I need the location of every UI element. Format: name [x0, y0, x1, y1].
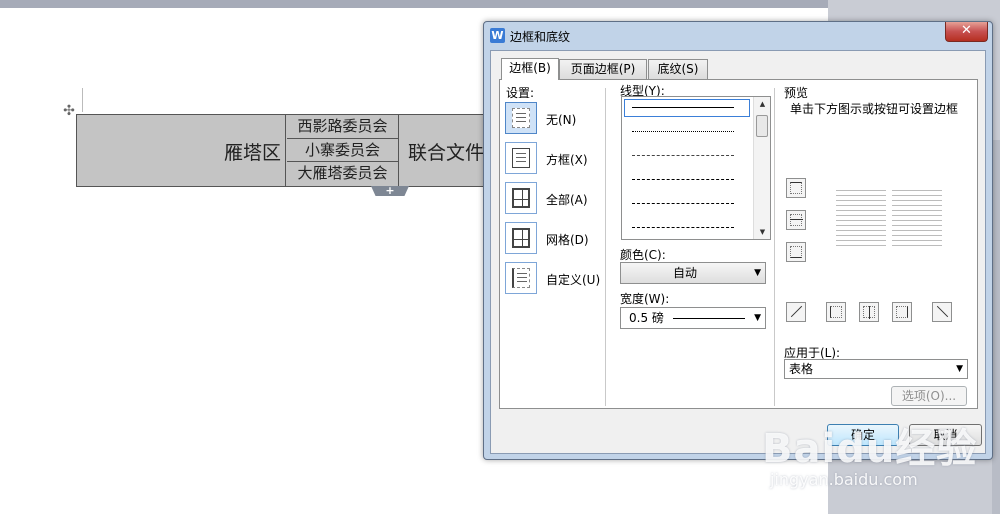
- setting-all-icon[interactable]: [505, 182, 537, 214]
- line-style-dotted[interactable]: [632, 131, 734, 132]
- table-cell-committee[interactable]: 小寨委员会: [287, 139, 399, 162]
- line-style-dashed-fine[interactable]: [632, 155, 734, 156]
- chevron-down-icon: ▼: [956, 364, 963, 374]
- line-style-dash-dot-dot[interactable]: [632, 227, 734, 228]
- close-button[interactable]: ✕: [945, 22, 988, 42]
- add-row-button[interactable]: +: [371, 186, 409, 196]
- margin-marker: [82, 88, 83, 112]
- table-cell-committee[interactable]: 大雁塔委员会: [287, 162, 399, 186]
- borders-shading-dialog: W 边框和底纹 ✕ 边框(B) 页面边框(P) 底纹(S) 设置: 无(N) 方…: [483, 21, 993, 460]
- left-border-icon[interactable]: [826, 302, 846, 322]
- scroll-thumb[interactable]: [756, 115, 768, 137]
- setting-none-label[interactable]: 无(N): [546, 111, 576, 128]
- width-line-sample: [673, 318, 745, 319]
- diagonal-up-border-icon[interactable]: [786, 302, 806, 322]
- ok-button[interactable]: 确定: [827, 424, 899, 446]
- table-cell-district[interactable]: 雁塔区: [77, 115, 286, 186]
- setting-grid-icon[interactable]: [505, 222, 537, 254]
- chevron-down-icon: ▼: [754, 268, 761, 278]
- scroll-down-icon[interactable]: ▼: [754, 225, 771, 239]
- tab-shading[interactable]: 底纹(S): [648, 59, 708, 79]
- line-style-dash-dot[interactable]: [632, 203, 734, 204]
- vertical-scrollbar[interactable]: [992, 140, 1000, 514]
- diagonal-down-border-icon[interactable]: [932, 302, 952, 322]
- setting-box-icon[interactable]: [505, 142, 537, 174]
- borders-panel: 设置: 无(N) 方框(X) 全部(A) 网格(D) 自定义(U) 线型(Y):…: [499, 79, 978, 409]
- cancel-button[interactable]: 取消: [909, 424, 982, 446]
- chevron-down-icon: ▼: [754, 313, 761, 323]
- document-table[interactable]: 雁塔区 西影路委员会 小寨委员会 大雁塔委员会 联合文件: [76, 114, 488, 187]
- line-style-selection: [624, 99, 750, 117]
- line-style-scrollbar[interactable]: ▲ ▼: [753, 97, 770, 239]
- preview-column-right[interactable]: [892, 190, 942, 250]
- tab-page-border[interactable]: 页面边框(P): [559, 59, 647, 79]
- color-label: 颜色(C):: [620, 248, 666, 262]
- tab-borders[interactable]: 边框(B): [501, 58, 559, 80]
- dialog-titlebar[interactable]: W 边框和底纹 ✕: [484, 22, 992, 50]
- table-cell-committee[interactable]: 西影路委员会: [287, 115, 399, 139]
- district-text: 雁塔区: [223, 142, 281, 164]
- line-style-dashed[interactable]: [632, 179, 734, 180]
- doc-title-text: 联合文件: [408, 142, 485, 164]
- width-label: 宽度(W):: [620, 292, 670, 306]
- settings-label: 设置:: [506, 86, 535, 100]
- table-cell-doc-title[interactable]: 联合文件: [400, 115, 488, 186]
- inside-horizontal-border-icon[interactable]: [786, 210, 806, 230]
- setting-custom-label[interactable]: 自定义(U): [546, 271, 600, 288]
- scroll-up-icon[interactable]: ▲: [754, 97, 771, 111]
- inside-vertical-border-icon[interactable]: [859, 302, 879, 322]
- apply-to-dropdown[interactable]: 表格 ▼: [784, 359, 968, 379]
- preview-hint: 单击下方图示或按钮可设置边框: [790, 102, 959, 116]
- line-style-list[interactable]: ▲ ▼: [621, 96, 771, 240]
- color-value: 自动: [672, 266, 697, 280]
- dialog-client: 边框(B) 页面边框(P) 底纹(S) 设置: 无(N) 方框(X) 全部(A): [490, 50, 986, 454]
- setting-none-icon[interactable]: [505, 102, 537, 134]
- line-style-solid[interactable]: [632, 107, 734, 108]
- options-button[interactable]: 选项(O)...: [891, 386, 967, 406]
- top-border-icon[interactable]: [786, 178, 806, 198]
- dialog-title: 边框和底纹: [510, 30, 571, 44]
- right-border-icon[interactable]: [892, 302, 912, 322]
- setting-grid-label[interactable]: 网格(D): [546, 231, 589, 248]
- column-divider: [774, 88, 775, 406]
- color-dropdown[interactable]: 自动 ▼: [620, 262, 766, 284]
- preview-column-left[interactable]: [836, 190, 886, 250]
- wps-app-icon: W: [490, 28, 505, 43]
- setting-box-label[interactable]: 方框(X): [546, 151, 588, 168]
- preview-label: 预览: [784, 86, 809, 100]
- width-value: 0.5 磅: [629, 311, 664, 325]
- apply-to-value: 表格: [789, 362, 814, 376]
- setting-all-label[interactable]: 全部(A): [546, 191, 588, 208]
- bottom-border-icon[interactable]: [786, 242, 806, 262]
- width-dropdown[interactable]: 0.5 磅 ▼: [620, 307, 766, 329]
- column-divider: [605, 88, 606, 406]
- setting-custom-icon[interactable]: [505, 262, 537, 294]
